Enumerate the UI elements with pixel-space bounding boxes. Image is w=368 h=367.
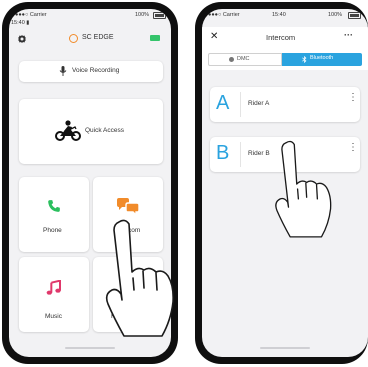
rider-a-row[interactable]: A Rider A ⋮	[210, 87, 360, 122]
tab-bar: DMC Bluetooth	[202, 49, 368, 70]
phone-tile-label: Phone	[43, 227, 62, 234]
status-time: 15:40 ▮	[11, 20, 30, 26]
pointing-hand-icon	[275, 140, 332, 238]
tab-bluetooth[interactable]: Bluetooth	[282, 53, 362, 66]
voice-recording-button[interactable]: Voice Recording	[19, 61, 163, 82]
pointing-hand-icon	[105, 219, 174, 337]
badge-divider	[240, 142, 241, 167]
bluetooth-icon	[302, 56, 307, 63]
home-indicator	[65, 347, 115, 349]
app-header: SC EDGE	[9, 29, 171, 49]
left-phone: ●●●○ Carrier 15:40 ▮ 100% SC EDGE Voice …	[2, 2, 178, 364]
status-bar: ●●●○ Carrier 15:40 ▮ 100%	[9, 9, 171, 26]
badge-divider	[240, 92, 241, 117]
dmc-icon	[229, 57, 234, 62]
motorcycle-icon	[55, 120, 81, 141]
rider-a-badge: A	[216, 92, 230, 114]
music-tile[interactable]: Music	[19, 257, 89, 332]
tab-dmc[interactable]: DMC	[208, 53, 282, 66]
quick-access-button[interactable]: Quick Access	[19, 99, 163, 164]
battery-status-icon	[150, 35, 160, 41]
right-phone: ●●●○ Carrier 15:40 100% ✕ Intercom ··· D…	[195, 2, 368, 364]
status-bar: ●●●○ Carrier 15:40 100%	[202, 9, 368, 21]
battery-percent: 100%	[135, 12, 150, 18]
close-icon[interactable]: ✕	[210, 31, 218, 42]
carrier-signal: ●●●○ Carrier	[208, 12, 240, 18]
tab-dmc-label: DMC	[237, 56, 250, 62]
tab-bluetooth-label: Bluetooth	[310, 55, 334, 61]
battery-icon	[348, 12, 361, 19]
rider-b-name: Rider B	[248, 150, 270, 157]
rider-a-name: Rider A	[248, 100, 270, 107]
home-indicator	[260, 347, 310, 349]
carrier-signal: ●●●○ Carrier	[15, 12, 47, 18]
phone-tile[interactable]: Phone	[19, 177, 89, 252]
intercom-icon	[117, 198, 140, 217]
intercom-header: ✕ Intercom ···	[202, 27, 368, 49]
music-note-icon	[46, 280, 61, 295]
more-options-icon[interactable]: ···	[344, 30, 353, 40]
gear-icon[interactable]	[17, 34, 27, 44]
status-time: 15:40	[272, 12, 286, 18]
rider-b-badge: B	[216, 142, 230, 164]
device-title: SC EDGE	[82, 34, 114, 41]
page-title: Intercom	[266, 33, 296, 42]
phone-icon	[48, 200, 60, 212]
brand-logo-icon	[69, 34, 78, 43]
quick-access-label: Quick Access	[85, 127, 125, 134]
rider-b-menu-icon[interactable]: ⋮	[348, 143, 358, 153]
microphone-icon	[59, 66, 67, 76]
music-tile-label: Music	[45, 313, 62, 320]
voice-recording-label: Voice Recording	[72, 67, 120, 74]
rider-a-menu-icon[interactable]: ⋮	[348, 93, 358, 103]
battery-percent: 100%	[328, 12, 343, 18]
battery-icon	[153, 12, 166, 19]
